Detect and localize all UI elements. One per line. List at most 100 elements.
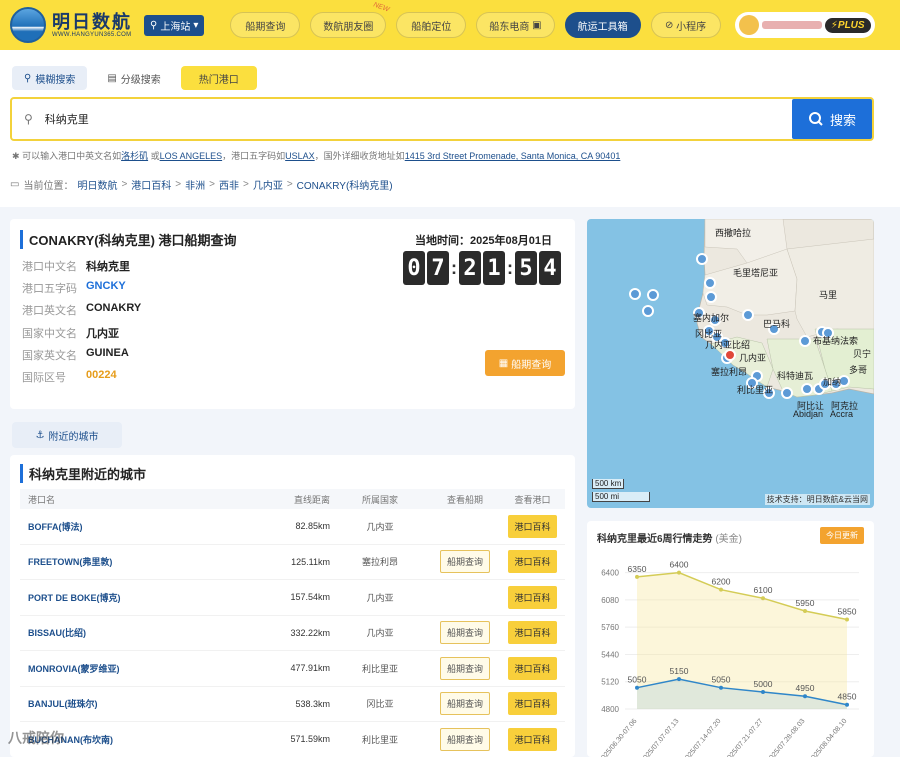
port-pin-icon[interactable] <box>704 277 716 289</box>
city-distance: 477.91km <box>290 663 330 674</box>
local-time-label: 当地时间：2025年08月01日 <box>415 235 552 247</box>
nav-item-vessel-position[interactable]: 船舶定位 <box>396 12 467 38</box>
nav-item-schedule[interactable]: 船期查询 <box>230 12 301 38</box>
port-pin-icon[interactable] <box>799 335 811 347</box>
schedule-query-button[interactable]: 船期查询 <box>439 550 490 574</box>
breadcrumb-guinea[interactable]: 几内亚 <box>253 177 283 192</box>
avatar[interactable] <box>738 15 759 35</box>
clock-digit: 7 <box>427 251 449 285</box>
nav-item-moments[interactable]: 数航朋友圈 NEW <box>310 1 390 38</box>
breadcrumb-west-africa[interactable]: 西非 <box>219 177 239 192</box>
data-point <box>803 608 807 613</box>
nav-item-mini-program[interactable]: ⊘ 小程序 <box>650 12 721 38</box>
bulb-icon: ✱ <box>12 151 20 161</box>
table-header: 港口名 直线距离 所属国家 查看船期 查看港口 <box>20 489 565 509</box>
city-name[interactable]: PORT DE BOKE(博克) <box>20 591 230 604</box>
nav-item-shipowner-shop[interactable]: 船东电商 ▣ <box>476 12 555 38</box>
port-wiki-button[interactable]: 港口百科 <box>508 621 557 645</box>
city-name[interactable]: BANJUL(班珠尔) <box>20 697 230 710</box>
search-box: ⚲ 科纳克里 搜索 <box>10 97 874 141</box>
nearby-cities-table: 港口名 直线距离 所属国家 查看船期 查看港口 BOFFA(博法) 82.85km… <box>20 489 565 757</box>
map-scale-km: 500 km <box>592 479 625 489</box>
search-input[interactable]: 科纳克里 <box>45 111 792 127</box>
y-tick-label: 5440 <box>601 650 619 659</box>
city-name[interactable]: BISSAU(比绍) <box>20 626 230 639</box>
tab-hot-ports[interactable]: 热门港口 <box>180 66 257 90</box>
nav-item-toolbox[interactable]: 航运工具箱 <box>564 12 641 38</box>
map-label: 加纳 <box>823 377 842 387</box>
port-pin-icon[interactable] <box>647 289 659 301</box>
clock-digit: 0 <box>403 251 425 285</box>
info-row-cn-name: 港口中文名 科纳克里 <box>22 261 130 273</box>
table-row: PORT DE BOKE(博克) 157.54km 几内亚 港口百科 <box>20 580 565 616</box>
clock-digit: 2 <box>459 251 481 285</box>
x-tick-label: 2025/07.14-07.20 <box>682 718 723 757</box>
map-label: 多哥 <box>849 365 868 375</box>
map-label: 塞拉利昂 <box>711 367 748 377</box>
table-row: BISSAU(比绍) 332.22km 几内亚 船期查询 港口百科 <box>20 616 565 651</box>
map-label: 西撒哈拉 <box>715 228 752 238</box>
port-pin-icon[interactable] <box>801 383 813 395</box>
schedule-query-button[interactable]: 船期查询 <box>439 621 490 645</box>
port-wiki-button[interactable]: 港口百科 <box>508 727 557 751</box>
schedule-query-button[interactable]: ▦ 船期查询 <box>485 350 565 376</box>
city-country: 塞拉利昂 <box>361 557 398 568</box>
city-country: 几内亚 <box>366 592 394 603</box>
city-name[interactable]: MONROVIA(蒙罗维亚) <box>20 662 230 675</box>
map-canvas[interactable] <box>587 219 874 508</box>
port-pin-icon[interactable] <box>696 253 708 265</box>
data-label: 6400 <box>670 560 689 570</box>
schedule-query-button[interactable]: 船期查询 <box>439 656 490 680</box>
info-row-dial-code: 国际区号 00224 <box>22 369 117 384</box>
hint-example-code[interactable]: USLAX <box>285 151 315 161</box>
port-wiki-button[interactable]: 港口百科 <box>508 514 557 538</box>
city-name[interactable]: BOFFA(博法) <box>20 520 230 533</box>
search-button[interactable]: 搜索 <box>792 99 872 139</box>
data-label: 6350 <box>628 564 647 574</box>
hint-example-address[interactable]: 1415 3rd Street Promenade, Santa Monica,… <box>405 151 621 161</box>
port-pin-icon[interactable] <box>629 288 641 300</box>
map-label: 利比里亚 <box>737 385 774 395</box>
data-point <box>635 574 639 579</box>
top-header: 明日数航 WWW.HANGYUN365.COM ⚲ 上海站 ▾ 船期查询 数航朋… <box>0 0 900 50</box>
trend-title: 科纳克里最近6周行情走势 (美金) <box>597 534 743 545</box>
brand-logo[interactable]: 明日数航 WWW.HANGYUN365.COM <box>10 7 140 43</box>
port-wiki-button[interactable]: 港口百科 <box>508 656 557 680</box>
calendar-icon: ▦ <box>498 357 509 369</box>
port-pin-icon[interactable] <box>781 387 793 399</box>
tab-hierarchical-search[interactable]: ▤ 分级搜索 <box>95 66 172 90</box>
port-pin-icon[interactable] <box>642 305 654 317</box>
port-map[interactable]: 西撒哈拉 毛里塔尼亚 马里 塞内加尔 巴马科 冈比亚 几内亚比绍 布基纳法索 几… <box>587 219 874 508</box>
breadcrumb-africa[interactable]: 非洲 <box>185 177 205 192</box>
data-point <box>845 617 849 622</box>
port-wiki-button[interactable]: 港口百科 <box>508 585 557 609</box>
info-row-country-en: 国家英文名 GUINEA <box>22 347 129 362</box>
schedule-query-button[interactable]: 船期查询 <box>439 727 490 751</box>
city-name[interactable]: FREETOWN(弗里敦) <box>20 555 230 568</box>
map-label: 几内亚 <box>739 353 767 363</box>
nearby-cities-tab[interactable]: ⚓ 附近的城市 <box>12 422 122 448</box>
tab-fuzzy-search[interactable]: ⚲ 模糊搜索 <box>12 66 88 90</box>
plus-badge[interactable]: ⚡PLUS <box>824 17 871 33</box>
breadcrumb-port-wiki[interactable]: 港口百科 <box>131 177 171 192</box>
port-pin-icon[interactable] <box>742 309 754 321</box>
chevron-down-icon: ▾ <box>193 19 199 31</box>
schedule-query-button[interactable]: 船期查询 <box>439 692 490 716</box>
hint-example-la-cn[interactable]: 洛杉矶 <box>121 151 148 161</box>
shop-icon: ▣ <box>532 19 542 31</box>
info-row-country-cn: 国家中文名 几内亚 <box>22 328 119 340</box>
data-label: 5050 <box>712 675 731 685</box>
breadcrumb-home[interactable]: 明日数航 <box>77 177 117 192</box>
data-label: 4950 <box>796 683 815 693</box>
port-wiki-button[interactable]: 港口百科 <box>508 692 557 716</box>
mini-program-icon: ⊘ <box>665 19 674 31</box>
station-selector[interactable]: ⚲ 上海站 ▾ <box>144 14 205 36</box>
data-label: 5850 <box>838 607 857 617</box>
port-wiki-button[interactable]: 港口百科 <box>508 550 557 574</box>
location-pin-icon: ⚲ <box>150 19 158 31</box>
plus-account[interactable]: ⚡PLUS <box>734 12 875 38</box>
port-pin-icon[interactable] <box>705 291 717 303</box>
brand-url: WWW.HANGYUN365.COM <box>52 32 132 38</box>
hint-example-la-en[interactable]: LOS ANGELES <box>160 151 223 161</box>
current-port-pin-icon[interactable] <box>724 349 736 361</box>
